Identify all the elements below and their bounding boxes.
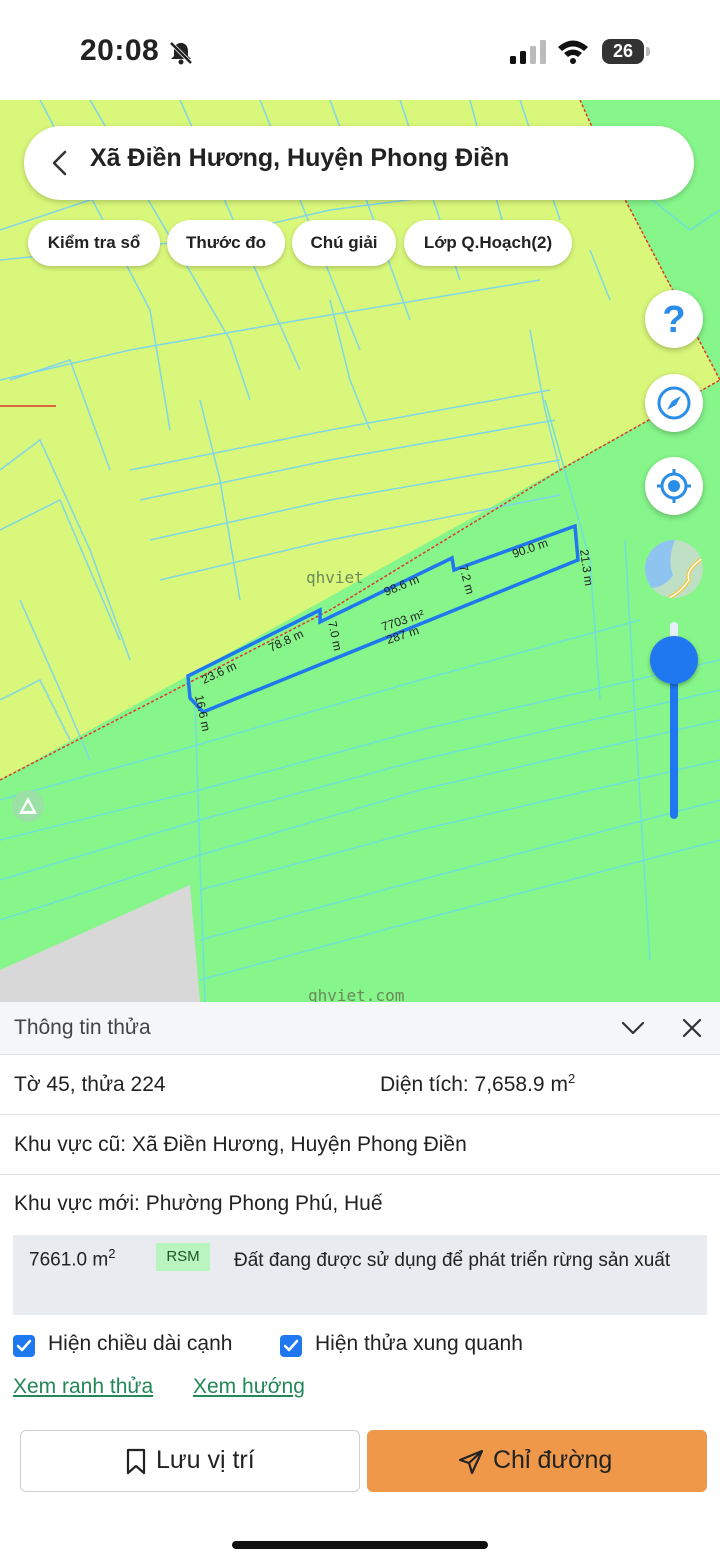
help-button[interactable]: ?: [645, 290, 703, 348]
cellular-signal-icon: [510, 40, 546, 64]
edge-label: 21.3 m: [577, 548, 596, 586]
view-direction-link[interactable]: Xem hướng: [193, 1375, 305, 1399]
question-icon: ?: [662, 299, 685, 341]
bookmark-icon: [126, 1448, 146, 1475]
compass-button[interactable]: [645, 374, 703, 432]
map-watermark: qhviet: [306, 568, 364, 587]
edge-label: 7.2 m: [456, 563, 477, 596]
basemap-thumbnail-icon: [645, 540, 703, 598]
checkmark-icon: [16, 1339, 32, 1352]
close-icon[interactable]: [680, 1016, 704, 1040]
send-arrow-icon: [458, 1449, 484, 1475]
poi-marker-icon[interactable]: [12, 790, 44, 822]
location-target-icon: [657, 469, 691, 503]
plot-row: Tờ 45, thửa 224 Diện tích: 7,658.9 m2: [0, 1054, 720, 1115]
old-area-row: Khu vực cũ: Xã Điền Hương, Huyện Phong Đ…: [0, 1114, 720, 1175]
wifi-icon: [558, 40, 588, 64]
chip-planning-layer[interactable]: Lớp Q.Hoạch(2): [404, 220, 572, 266]
location-title[interactable]: Xã Điền Hương, Huyện Phong Điền: [90, 144, 509, 173]
land-use-area: 7661.0 m2: [29, 1246, 116, 1271]
edge-length-checkbox[interactable]: [13, 1335, 35, 1357]
old-area: Khu vực cũ: Xã Điền Hương, Huyện Phong Đ…: [14, 1133, 467, 1156]
view-boundary-link[interactable]: Xem ranh thửa: [13, 1375, 153, 1399]
panel-header: Thông tin thửa: [0, 1002, 720, 1055]
chip-measure[interactable]: Thước đo: [167, 220, 285, 266]
new-area-row: Khu vực mới: Phường Phong Phú, Huế: [0, 1174, 720, 1234]
directions-label: Chỉ đường: [493, 1446, 613, 1474]
chevron-down-icon[interactable]: [620, 1016, 646, 1040]
edge-label: 98.6 m: [382, 572, 421, 599]
new-area: Khu vực mới: Phường Phong Phú, Huế: [14, 1192, 383, 1215]
home-indicator[interactable]: [232, 1541, 488, 1549]
neighbors-checkbox[interactable]: [280, 1335, 302, 1357]
parcel-info-panel: Thông tin thửa Tờ 45, thửa 224 Diện tích…: [0, 1002, 720, 1564]
land-use-row: 7661.0 m2 RSM Đất đang được sử dụng để p…: [13, 1235, 707, 1315]
directions-button[interactable]: Chỉ đường: [367, 1430, 707, 1492]
panel-title: Thông tin thửa: [14, 1016, 151, 1039]
basemap-toggle-button[interactable]: [645, 540, 703, 598]
chip-legend[interactable]: Chú giải: [292, 220, 396, 266]
neighbors-label[interactable]: Hiện thửa xung quanh: [315, 1332, 523, 1356]
plot-area: Diện tích: 7,658.9 m2: [380, 1071, 576, 1096]
status-time: 20:08: [80, 34, 160, 67]
battery-level: 26: [602, 39, 644, 64]
edge-length-label[interactable]: Hiện chiều dài cạnh: [48, 1332, 232, 1356]
bell-off-icon: [169, 41, 193, 65]
land-use-description: Đất đang được sử dụng để phát triển rừng…: [234, 1250, 671, 1271]
checkmark-icon: [283, 1339, 299, 1352]
save-location-label: Lưu vị trí: [156, 1446, 255, 1474]
svg-text:?: ?: [662, 299, 685, 341]
sheet-plot-number: Tờ 45, thửa 224: [14, 1073, 166, 1096]
battery-icon: 26: [602, 39, 652, 64]
save-location-button[interactable]: Lưu vị trí: [20, 1430, 360, 1492]
land-use-code-badge: RSM: [156, 1243, 210, 1271]
zoom-slider-thumb[interactable]: [650, 636, 698, 685]
my-location-button[interactable]: [645, 457, 703, 515]
edge-label: 78.8 m: [266, 627, 305, 655]
map-watermark-bottom: qhviet.com: [308, 986, 405, 1002]
back-arrow-icon[interactable]: [46, 146, 76, 180]
edge-label: 7.0 m: [325, 620, 345, 652]
chip-check-book[interactable]: Kiểm tra sổ: [28, 220, 160, 266]
status-bar: 20:08 26: [0, 0, 720, 100]
edge-label: 90.0 m: [510, 536, 549, 561]
compass-icon: [657, 386, 691, 420]
